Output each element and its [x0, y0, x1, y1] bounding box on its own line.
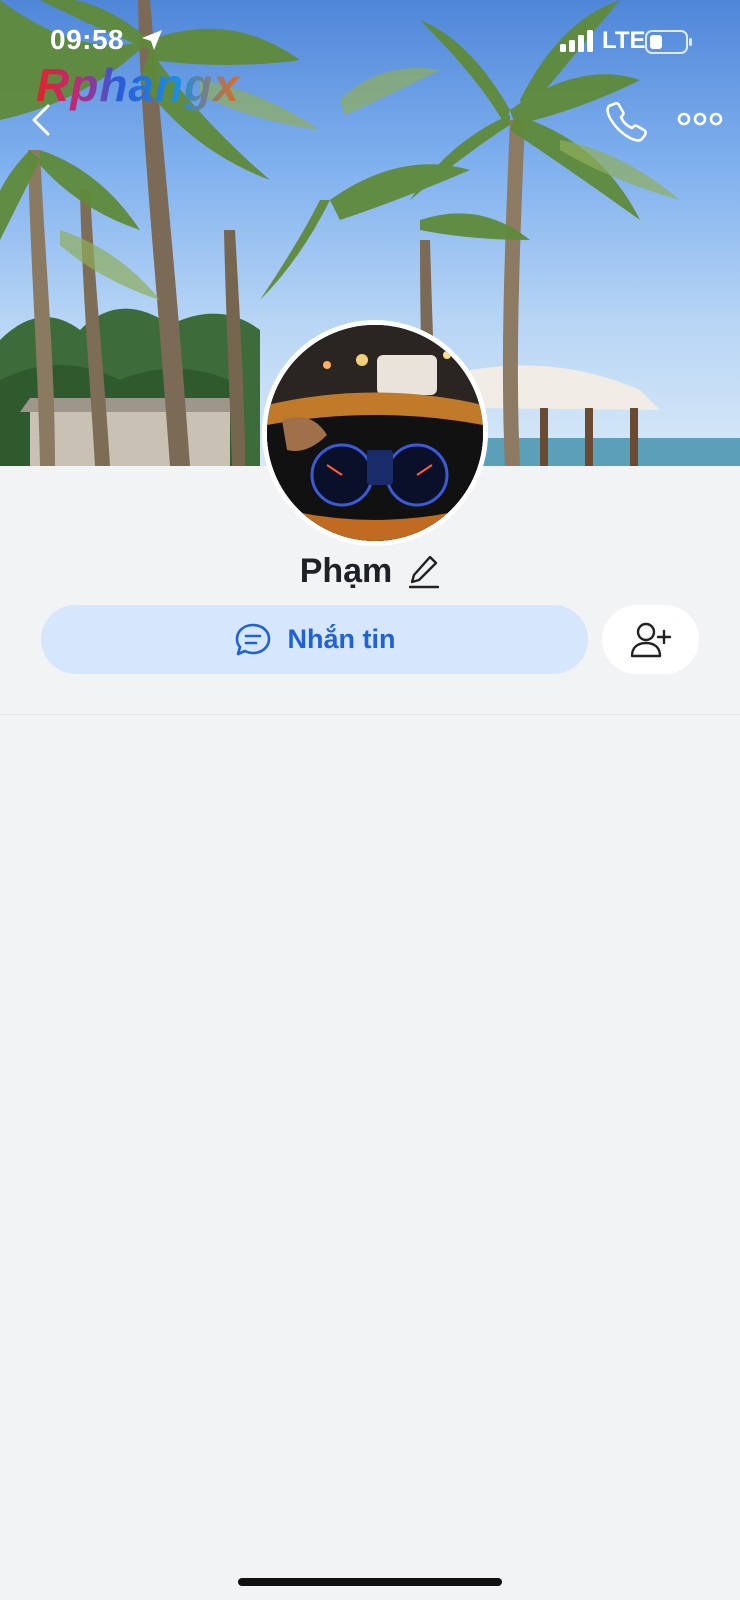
- avatar[interactable]: [262, 320, 488, 546]
- network-type: LTE: [602, 27, 646, 54]
- profile-name: Phạm: [299, 551, 393, 590]
- more-icon: [677, 112, 723, 126]
- watermark-logo: Rphangx: [36, 59, 240, 111]
- more-button[interactable]: [676, 104, 724, 134]
- location-arrow-icon: [142, 30, 162, 50]
- add-friend-button[interactable]: [602, 605, 699, 674]
- pencil-icon[interactable]: [408, 553, 440, 589]
- profile-name-row: Phạm: [0, 546, 740, 596]
- call-button[interactable]: [604, 98, 650, 144]
- avatar-image: [267, 325, 483, 541]
- message-button-label: Nhắn tin: [287, 624, 396, 654]
- phone-icon: [606, 102, 647, 142]
- home-indicator[interactable]: [238, 1578, 502, 1586]
- message-button[interactable]: Nhắn tin: [41, 605, 588, 674]
- signal-icon: [560, 30, 593, 52]
- chevron-left-icon: [32, 104, 50, 136]
- chat-bubble-icon: [235, 623, 270, 655]
- add-user-icon: [630, 622, 671, 657]
- battery-icon: [645, 30, 692, 54]
- divider: [0, 714, 740, 715]
- back-button[interactable]: [22, 100, 62, 140]
- status-time: 09:58: [50, 24, 125, 55]
